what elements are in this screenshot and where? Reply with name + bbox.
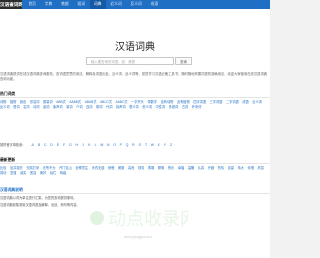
topic-link[interactable]: 代词 (106, 105, 112, 110)
topic-link[interactable]: 反义词 (0, 105, 10, 110)
section-title: 最新更新 (0, 157, 270, 164)
recent-word-link[interactable]: 宽容 (30, 171, 36, 176)
recent-word-link[interactable]: 勤劳 (138, 166, 144, 171)
nav-chengyu[interactable]: 成语 (146, 0, 162, 9)
recent-word-link[interactable]: 善良 (128, 166, 134, 171)
recent-word-link[interactable]: 诚实 (20, 171, 26, 176)
recent-word-link[interactable]: 美好 (40, 171, 46, 176)
recent-word-link[interactable]: 坚强 (10, 171, 16, 176)
topic-link[interactable]: 助词 (96, 105, 102, 110)
topic-link[interactable]: 近义词 (252, 100, 262, 105)
recent-word-link[interactable]: 灿烂 (50, 171, 56, 176)
recent-word-link[interactable]: 辉煌 (60, 171, 66, 176)
nav-home[interactable]: 首页 (24, 0, 40, 9)
main-nav: 首页 字典 笔顺 组词 词典 近义词 反义词 成语 (24, 0, 163, 9)
letters-section: 按拼音字母检索： ABCDEFGHJKLMNOPQRSTWXYZ (0, 140, 270, 148)
watermark-url: www.yyxxgjywl.com (124, 235, 152, 239)
topic-link[interactable]: 副词 (43, 105, 49, 110)
site-logo[interactable]: 汉语查词网 (0, 0, 22, 9)
topic-link[interactable]: 褒义词 (129, 105, 139, 110)
topic-link[interactable]: 拟声词 (116, 105, 126, 110)
topic-link[interactable]: 象声词 (53, 105, 63, 110)
section-title: 汉语词典说明 (0, 187, 270, 194)
recent-word-link[interactable]: 幸福 (178, 166, 184, 171)
search-input[interactable]: 输入要查询的词语，如：美丽 (86, 57, 174, 65)
intro-text: 汉语词典提供在线汉语词典查询服务，查词语意思的用法、解释及词语出处、近义词、反义… (0, 72, 268, 81)
topic-link[interactable]: 古词 (182, 105, 188, 110)
recent-word-link[interactable]: 自豪 (228, 166, 234, 171)
recent-word-link[interactable]: 天衣无缝 (92, 166, 105, 171)
topic-link[interactable]: 三字词语 (210, 100, 223, 105)
topic-link[interactable]: 介词 (76, 105, 82, 110)
recent-section: 最新更新 比较 坐井观天 无精打采 无所不为 开门见山 全神贯注 天衣无缝 骄傲 美丽 善良 勤劳勇… (0, 157, 270, 177)
topic-link[interactable]: 中性词 (156, 105, 166, 110)
recent-word-link[interactable]: 欣赏 (258, 166, 264, 171)
nav-cidian[interactable]: 词典 (89, 0, 106, 9)
topic-link[interactable]: 二字词语 (226, 100, 239, 105)
recent-word-link[interactable]: 勇敢 (148, 166, 154, 171)
topic-link[interactable]: 连词 (86, 105, 92, 110)
recent-word-link[interactable]: 认真 (198, 166, 204, 171)
recent-word-link[interactable]: 伟大 (238, 166, 244, 171)
topic-link[interactable]: 叠词 (13, 105, 19, 110)
topic-list: 动物 植物 颜色 形容词 数量词 ABB式 AABB式 ABAB式 ABCC式 AABC式 一字开头… (0, 100, 270, 111)
recent-word-link[interactable]: 仔细 (208, 166, 214, 171)
recent-word-link[interactable]: 快乐 (168, 166, 174, 171)
nav-fanyici[interactable]: 反义词 (126, 0, 146, 9)
main-content: 汉语词典 输入要查询的词语，如：美丽 查询 汉语词典提供在线汉语词典查询服务，查… (0, 9, 270, 258)
letter-index-label: 按拼音字母检索： (0, 143, 26, 147)
watermark-logo: 动点收录网 (90, 209, 188, 230)
nav-zidian[interactable]: 字典 (40, 0, 56, 9)
topics-section: 热门词类 动物 植物 颜色 形容词 数量词 ABB式 AABB式 ABAB式 ABCC式 AABC… (0, 91, 270, 111)
topic-link[interactable]: 量词 (66, 105, 72, 110)
section-title: 热门词类 (0, 91, 270, 98)
watermark-text: 动点收录网 (108, 209, 188, 230)
nav-jinyici[interactable]: 近义词 (106, 0, 126, 9)
nav-zuci[interactable]: 组词 (73, 0, 89, 9)
page-title: 汉语词典 (115, 42, 155, 53)
topic-link[interactable]: 外来词 (192, 105, 202, 110)
nav-bishun[interactable]: 笔顺 (57, 0, 73, 9)
recent-word-link[interactable]: 温暖 (188, 166, 194, 171)
letter-link[interactable]: Z (168, 143, 174, 147)
topic-link[interactable]: 名词 (23, 105, 29, 110)
recent-word-link[interactable]: 全神贯注 (75, 166, 88, 171)
recent-word-link[interactable]: 骄傲 (108, 166, 114, 171)
letter-index: 按拼音字母检索： ABCDEFGHJKLMNOPQRSTWXYZ (0, 142, 270, 148)
topic-link[interactable]: 贬义词 (142, 105, 152, 110)
search-button[interactable]: 查询 (175, 57, 192, 65)
recent-list: 比较 坐井观天 无精打采 无所不为 开门见山 全神贯注 天衣无缝 骄傲 美丽 善良 勤劳 勇敢 聪明 快乐… (0, 166, 270, 177)
recent-word-link[interactable]: 珍惜 (248, 166, 254, 171)
recent-word-link[interactable]: 热情 (218, 166, 224, 171)
recent-word-link[interactable]: 感动 (0, 171, 6, 176)
topic-link[interactable]: 成语 (242, 100, 248, 105)
recent-word-link[interactable]: 聪明 (158, 166, 164, 171)
topic-link[interactable]: 多音词 (169, 105, 179, 110)
topic-link[interactable]: 动词 (33, 105, 39, 110)
recent-word-link[interactable]: 美丽 (118, 166, 124, 171)
